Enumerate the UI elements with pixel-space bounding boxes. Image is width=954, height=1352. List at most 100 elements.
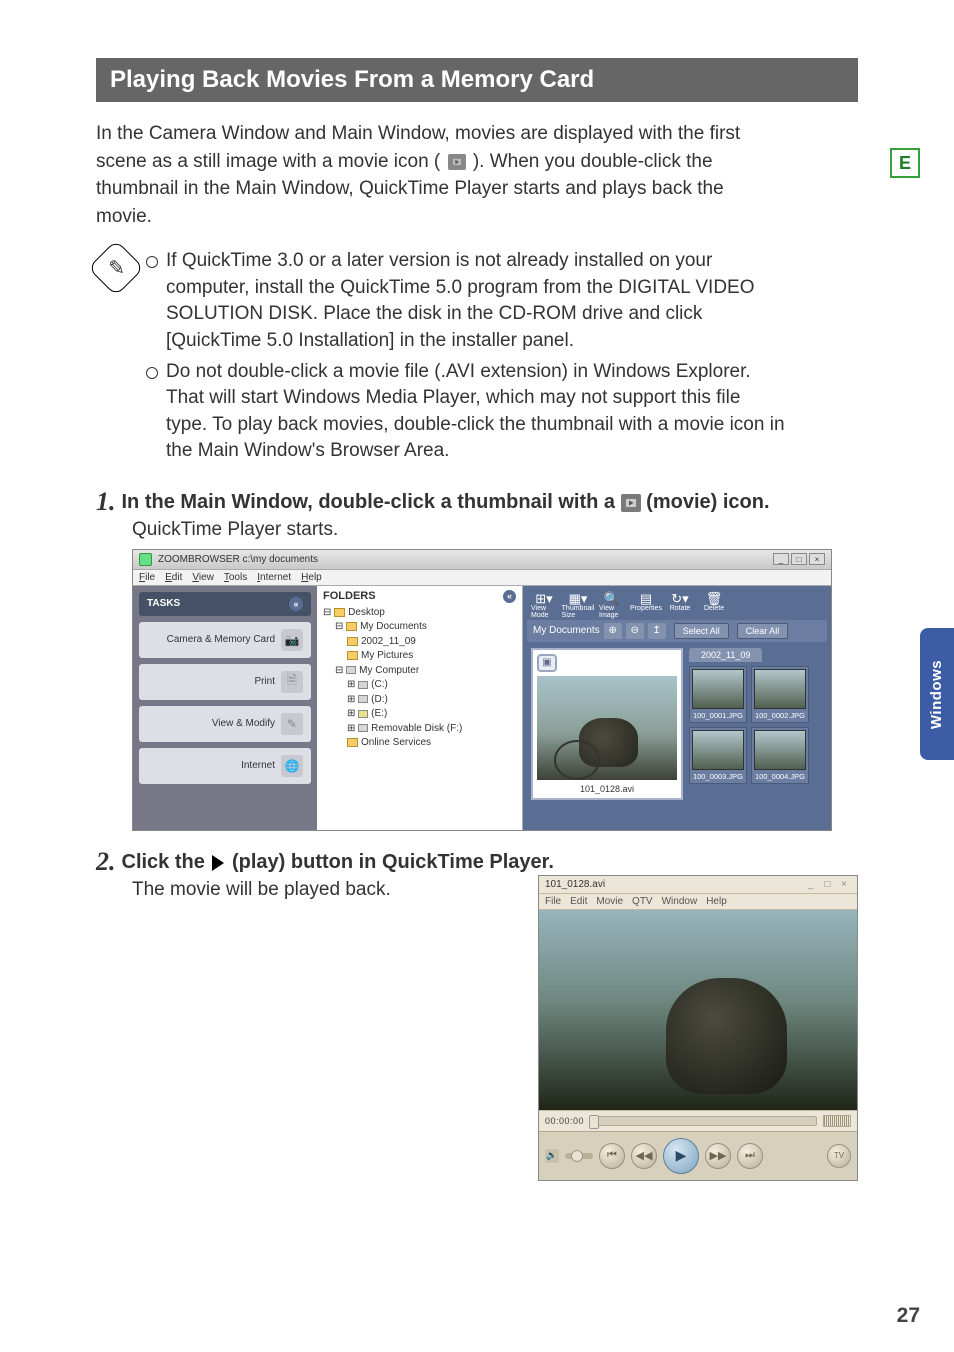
zb-tasks-panel: TASKS « Camera & Memory Card📷 Print🗎 Vie… <box>133 586 317 830</box>
zoom-out-button[interactable]: ⊖ <box>626 623 644 639</box>
task-view-modify[interactable]: View & Modify✎ <box>139 706 311 742</box>
zoombrowser-window: ZOOMBROWSER c:\my documents _ □ × File E… <box>132 549 832 831</box>
minimize-button[interactable]: _ <box>773 553 789 565</box>
qt-equalizer-icon <box>823 1115 851 1127</box>
image-thumbnail[interactable]: 100_0003.JPG <box>689 727 747 784</box>
zb-pathbar[interactable]: My Documents ⊕ ⊖ ↥ Select All Clear All <box>527 620 827 642</box>
zb-menubar[interactable]: File Edit View Tools Internet Help <box>133 570 831 586</box>
zb-browser-area: ⊞▾View Mode ▦▾Thumbnail Size 🔍View Image… <box>523 586 831 830</box>
movie-icon <box>448 154 466 170</box>
zb-toolbar[interactable]: ⊞▾View Mode ▦▾Thumbnail Size 🔍View Image… <box>527 590 827 620</box>
quicktime-window: 101_0128.avi _ □ × File Edit Movie QTV W… <box>538 875 858 1181</box>
forward-button[interactable]: ▶▶ <box>705 1143 731 1169</box>
note-block: ✎ If QuickTime 3.0 or a later version is… <box>96 248 858 469</box>
collapse-icon[interactable]: « <box>289 597 303 611</box>
folder-tree[interactable]: ⊟ Desktop ⊟ My Documents 2002_11_09 My P… <box>323 606 516 751</box>
language-badge: E <box>890 148 920 178</box>
qt-menubar[interactable]: File Edit Movie QTV Window Help <box>539 894 857 910</box>
task-print[interactable]: Print🗎 <box>139 664 311 700</box>
step-subtext: QuickTime Player starts. <box>132 519 858 541</box>
clear-all-button[interactable]: Clear All <box>737 623 789 639</box>
collapse-icon[interactable]: « <box>503 590 516 603</box>
task-internet[interactable]: Internet🌐 <box>139 748 311 784</box>
menu-tools[interactable]: Tools <box>224 572 247 583</box>
up-button[interactable]: ↥ <box>648 623 666 639</box>
movie-thumbnail[interactable]: ▣ 101_0128.avi <box>531 648 683 800</box>
movie-icon <box>621 494 641 512</box>
rewind-button[interactable]: ◀◀ <box>631 1143 657 1169</box>
zb-titlebar: ZOOMBROWSER c:\my documents _ □ × <box>133 550 831 570</box>
menu-help[interactable]: Help <box>706 896 727 907</box>
menu-file[interactable]: File <box>139 572 155 583</box>
menu-edit[interactable]: Edit <box>570 896 587 907</box>
qt-controls: 🔈 ⏮ ◀◀ ▶ ▶▶ ⏭ TV <box>539 1131 857 1180</box>
page-number: 27 <box>897 1304 920 1328</box>
qt-video-area <box>539 910 857 1110</box>
image-thumbnail[interactable]: 100_0001.JPG <box>689 666 747 723</box>
step-2: 2. Click the (play) button in QuickTime … <box>96 849 858 1181</box>
play-icon <box>212 855 224 871</box>
path-label: My Documents <box>533 625 600 636</box>
edit-icon: ✎ <box>281 713 303 735</box>
image-thumbnail[interactable]: 100_0004.JPG <box>751 727 809 784</box>
movie-badge-icon: ▣ <box>537 654 557 672</box>
play-button[interactable]: ▶ <box>663 1138 699 1174</box>
menu-file[interactable]: File <box>545 896 561 907</box>
properties-button[interactable]: ▤Properties <box>633 592 659 616</box>
step-subtext: The movie will be played back. <box>132 879 391 901</box>
note-list: If QuickTime 3.0 or a later version is n… <box>146 248 786 469</box>
zb-window-title: ZOOMBROWSER c:\my documents <box>158 554 318 565</box>
date-group-label: 2002_11_09 <box>689 648 762 662</box>
qt-timecode: 00:00:00 <box>545 1116 584 1126</box>
qt-seek-knob[interactable] <box>589 1115 599 1129</box>
forward-end-button[interactable]: ⏭ <box>737 1143 763 1169</box>
tv-button[interactable]: TV <box>827 1144 851 1168</box>
menu-internet[interactable]: Internet <box>257 572 291 583</box>
qt-titlebar: 101_0128.avi _ □ × <box>539 876 857 894</box>
rotate-button[interactable]: ↻▾Rotate <box>667 592 693 616</box>
menu-help[interactable]: Help <box>301 572 322 583</box>
thumb-size-button[interactable]: ▦▾Thumbnail Size <box>565 592 591 616</box>
step-number: 2. <box>96 849 116 875</box>
note-item: If QuickTime 3.0 or a later version is n… <box>146 248 786 354</box>
image-thumbnail[interactable]: 100_0002.JPG <box>751 666 809 723</box>
menu-qtv[interactable]: QTV <box>632 896 653 907</box>
task-camera-memorycard[interactable]: Camera & Memory Card📷 <box>139 622 311 658</box>
menu-window[interactable]: Window <box>662 896 698 907</box>
menu-edit[interactable]: Edit <box>165 572 182 583</box>
view-image-button[interactable]: 🔍View Image <box>599 592 625 616</box>
zb-folders-panel: FOLDERS « ⊟ Desktop ⊟ My Documents 2002_… <box>317 586 523 830</box>
globe-icon: 🌐 <box>281 755 303 777</box>
step-title: Click the (play) button in QuickTime Pla… <box>122 849 554 875</box>
step-title: In the Main Window, double-click a thumb… <box>122 489 770 515</box>
qt-progress-bar[interactable]: 00:00:00 <box>539 1110 857 1131</box>
thumbnail-caption: 101_0128.avi <box>533 782 681 798</box>
view-mode-button[interactable]: ⊞▾View Mode <box>531 592 557 616</box>
step-number: 1. <box>96 489 116 515</box>
window-controls[interactable]: _ □ × <box>808 879 851 890</box>
qt-window-title: 101_0128.avi <box>545 879 605 890</box>
thumbnail-image <box>537 676 677 780</box>
note-icon: ✎ <box>88 240 145 297</box>
app-icon <box>139 553 152 566</box>
intro-paragraph: In the Camera Window and Main Window, mo… <box>96 120 776 230</box>
select-all-button[interactable]: Select All <box>674 623 729 639</box>
menu-view[interactable]: View <box>192 572 214 583</box>
zoom-in-button[interactable]: ⊕ <box>604 623 622 639</box>
volume-icon[interactable]: 🔈 <box>545 1149 559 1163</box>
note-item: Do not double-click a movie file (.AVI e… <box>146 359 786 465</box>
menu-movie[interactable]: Movie <box>596 896 623 907</box>
volume-slider[interactable] <box>565 1153 593 1159</box>
delete-button[interactable]: 🗑Delete <box>701 592 727 616</box>
rewind-start-button[interactable]: ⏮ <box>599 1143 625 1169</box>
qt-seek-track[interactable] <box>590 1116 817 1126</box>
camera-icon: 📷 <box>281 629 303 651</box>
window-controls[interactable]: _ □ × <box>773 553 825 565</box>
close-button[interactable]: × <box>809 553 825 565</box>
section-title: Playing Back Movies From a Memory Card <box>96 58 858 102</box>
print-icon: 🗎 <box>281 671 303 693</box>
folders-header: FOLDERS <box>323 590 376 603</box>
side-tab-windows: Windows <box>920 628 954 760</box>
tasks-header[interactable]: TASKS « <box>139 592 311 616</box>
maximize-button[interactable]: □ <box>791 553 807 565</box>
